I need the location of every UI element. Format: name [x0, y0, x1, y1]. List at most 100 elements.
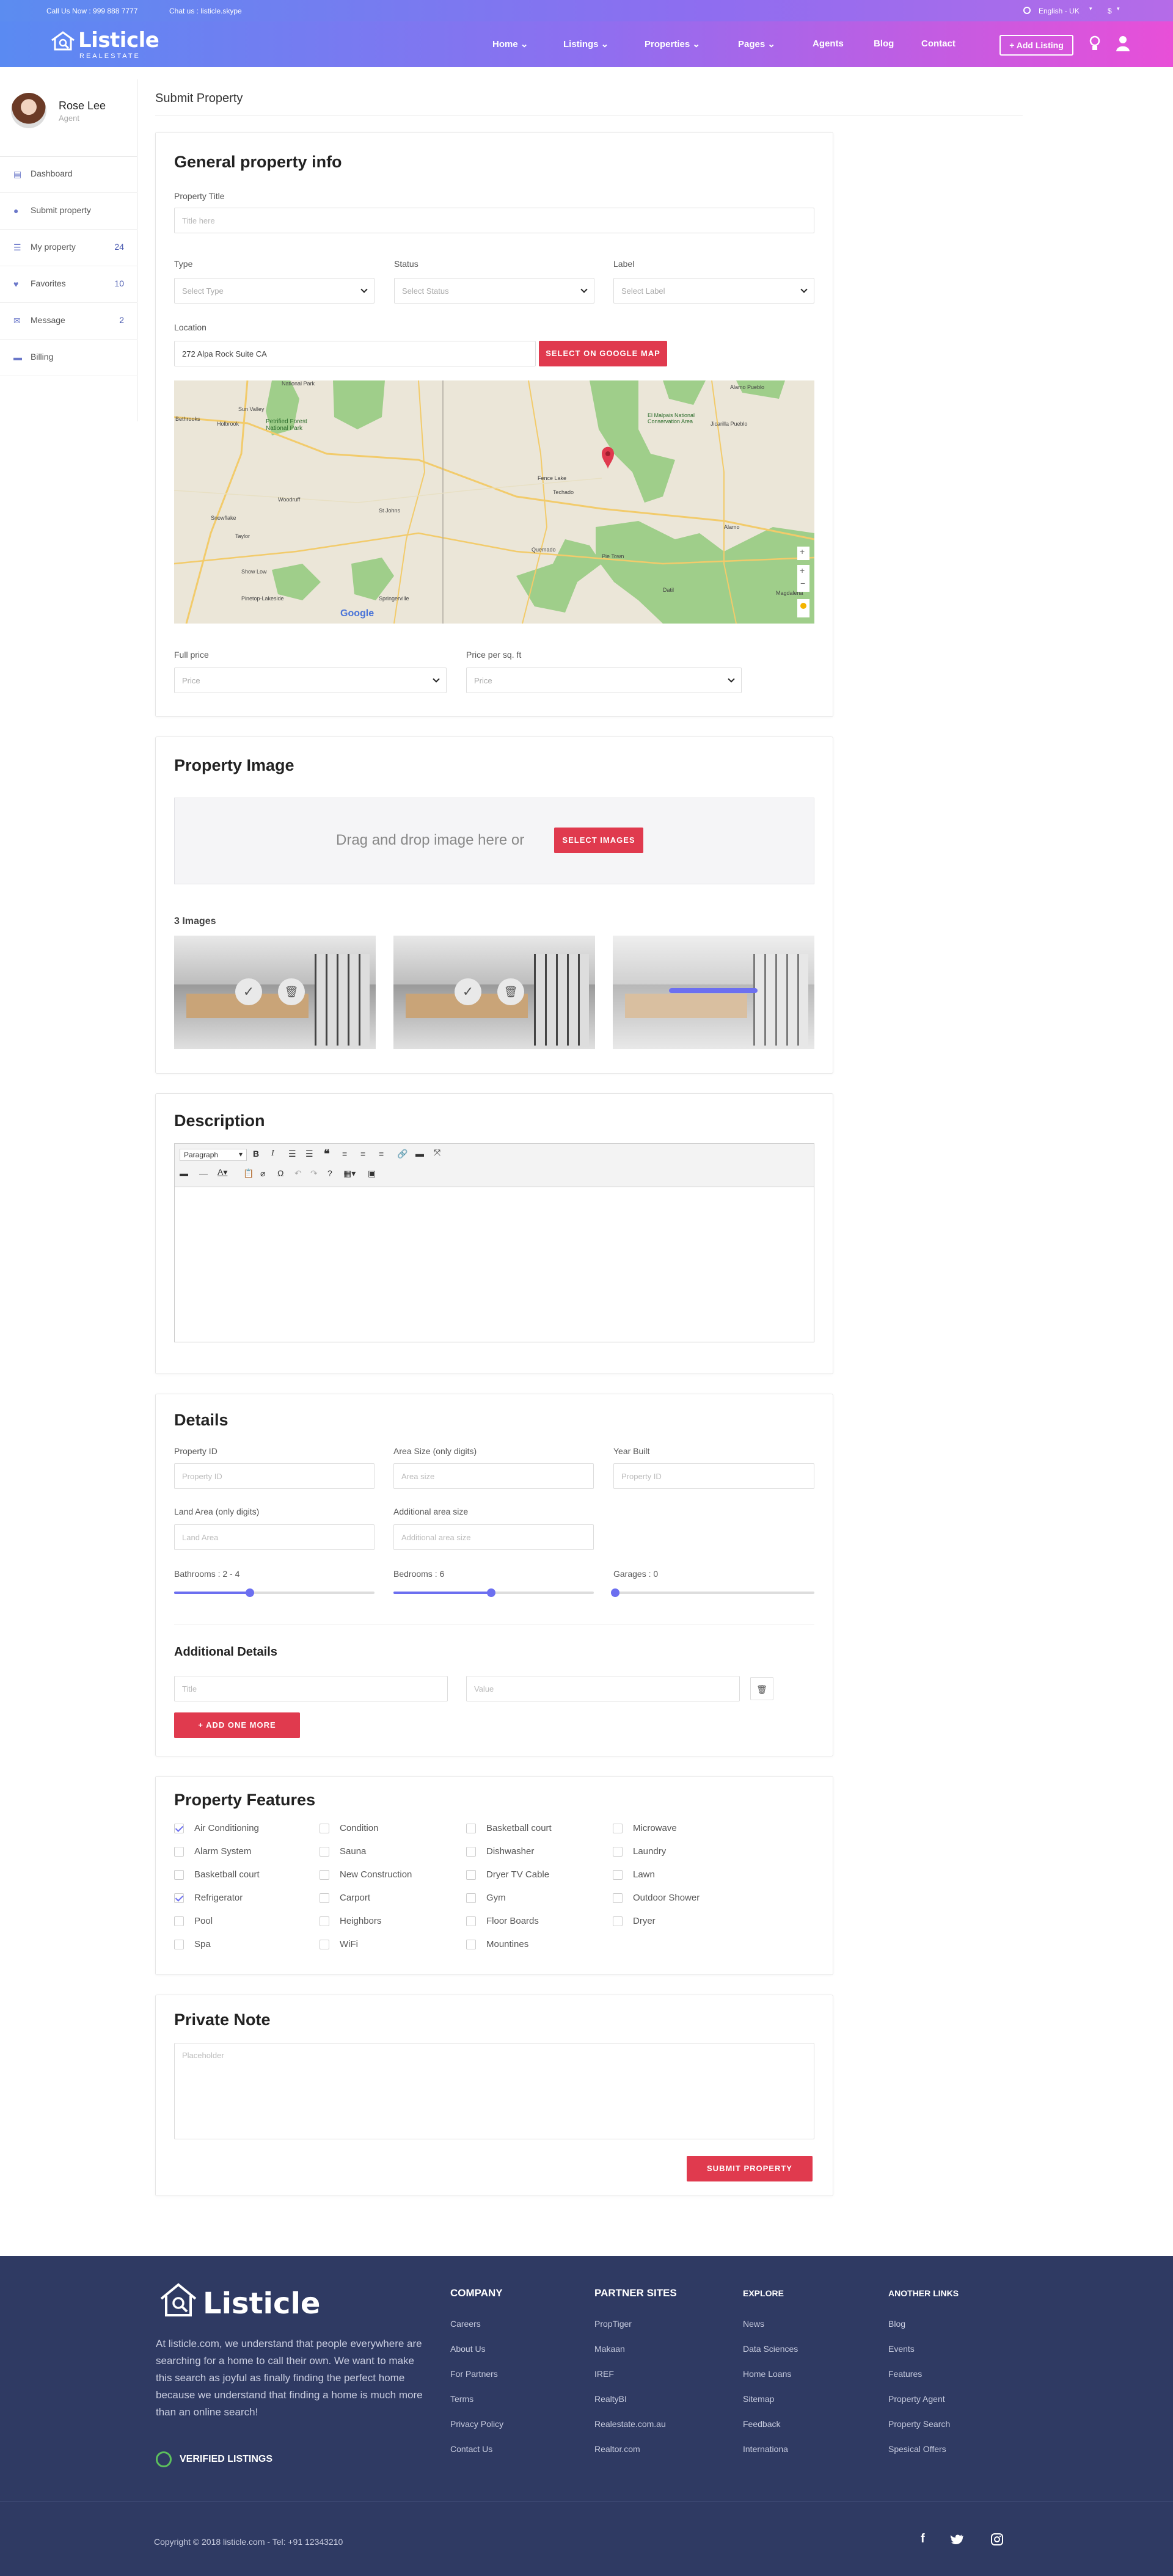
footer-link[interactable]: Property Agent: [888, 2394, 945, 2404]
feature-checkbox[interactable]: [613, 1893, 623, 1903]
additional-area-input[interactable]: Additional area size: [393, 1524, 594, 1550]
nav-agents[interactable]: Agents: [813, 38, 844, 49]
feature-checkbox[interactable]: [466, 1824, 476, 1833]
footer-link[interactable]: RealtyBI: [594, 2394, 627, 2404]
image-insert-icon[interactable]: ▣: [368, 1168, 376, 1179]
label-select[interactable]: Select Label: [613, 278, 814, 304]
currency-select[interactable]: $: [1108, 7, 1112, 15]
location-map[interactable]: National Park Holbrook Sun Valley Petrif…: [174, 380, 814, 624]
garages-slider[interactable]: [613, 1592, 814, 1594]
feature-checkbox[interactable]: [320, 1916, 329, 1926]
trash-icon[interactable]: 🗑: [278, 978, 305, 1005]
numbered-list-icon[interactable]: ☰: [305, 1149, 313, 1159]
feature-checkbox[interactable]: [466, 1916, 476, 1926]
feature-checkbox[interactable]: [320, 1893, 329, 1903]
footer-link[interactable]: Internationa: [743, 2444, 788, 2454]
footer-link[interactable]: IREF: [594, 2369, 614, 2379]
sidebar-item-dashboard[interactable]: ▤ Dashboard: [0, 156, 137, 193]
uploaded-image[interactable]: ✓ 🗑: [393, 936, 595, 1049]
align-right-icon[interactable]: ≡: [379, 1149, 384, 1159]
location-input[interactable]: 272 Alpa Rock Suite CA: [174, 341, 536, 366]
language-select[interactable]: English - UK: [1039, 7, 1080, 15]
facebook-icon[interactable]: f: [921, 2532, 925, 2546]
quote-icon[interactable]: ❝: [324, 1148, 330, 1160]
area-size-input[interactable]: Area size: [393, 1463, 594, 1489]
footer-link[interactable]: News: [743, 2319, 764, 2329]
full-price-select[interactable]: Price: [174, 668, 447, 693]
status-select[interactable]: Select Status: [394, 278, 594, 304]
feature-checkbox[interactable]: [613, 1916, 623, 1926]
redo-icon[interactable]: ↷: [310, 1168, 318, 1179]
feature-checkbox[interactable]: [174, 1940, 184, 1949]
zoom-out-icon[interactable]: −: [800, 578, 805, 588]
feature-checkbox[interactable]: [174, 1847, 184, 1857]
footer-link[interactable]: Home Loans: [743, 2369, 791, 2379]
feature-checkbox[interactable]: [613, 1847, 623, 1857]
add-listing-button[interactable]: + Add Listing: [999, 35, 1073, 56]
sidebar-item-favorites[interactable]: ♥ Favorites 10: [0, 266, 137, 303]
sidebar-item-message[interactable]: ✉ Message 2: [0, 303, 137, 340]
feature-checkbox[interactable]: [320, 1870, 329, 1880]
nav-pages[interactable]: Pages ⌄: [738, 38, 775, 49]
trash-icon[interactable]: 🗑: [497, 978, 524, 1005]
select-on-map-button[interactable]: SELECT ON GOOGLE MAP: [539, 341, 667, 366]
footer-link[interactable]: Events: [888, 2344, 915, 2354]
text-color-icon[interactable]: A▾: [217, 1167, 227, 1177]
feature-checkbox[interactable]: [613, 1824, 623, 1833]
footer-link[interactable]: Realestate.com.au: [594, 2419, 666, 2429]
link-icon[interactable]: 🔗: [397, 1149, 407, 1159]
select-images-button[interactable]: SELECT IMAGES: [554, 828, 643, 853]
twitter-icon[interactable]: [951, 2534, 964, 2545]
align-left-icon[interactable]: ≡: [342, 1149, 347, 1159]
footer-brand[interactable]: Listicle: [203, 2287, 320, 2321]
user-icon[interactable]: [1116, 35, 1130, 51]
paste-icon[interactable]: 📋: [243, 1168, 254, 1179]
price-per-sqft-select[interactable]: Price: [466, 668, 742, 693]
feature-checkbox[interactable]: [466, 1847, 476, 1857]
bullet-list-icon[interactable]: ☰: [288, 1149, 296, 1159]
check-icon[interactable]: ✓: [235, 978, 262, 1005]
nav-blog[interactable]: Blog: [874, 38, 894, 49]
feature-checkbox[interactable]: [466, 1870, 476, 1880]
footer-link[interactable]: Features: [888, 2369, 922, 2379]
additional-title-input[interactable]: Title: [174, 1676, 448, 1701]
garages-slider-handle[interactable]: [611, 1588, 619, 1597]
type-select[interactable]: Select Type: [174, 278, 375, 304]
description-editor[interactable]: [174, 1187, 814, 1342]
nav-properties[interactable]: Properties ⌄: [645, 38, 700, 49]
check-icon[interactable]: ✓: [455, 978, 481, 1005]
feature-checkbox[interactable]: [466, 1940, 476, 1949]
bold-icon[interactable]: B: [253, 1149, 259, 1159]
footer-link[interactable]: Terms: [450, 2394, 473, 2404]
zoom-in-icon[interactable]: +: [800, 566, 805, 575]
footer-link[interactable]: Blog: [888, 2319, 905, 2329]
feature-checkbox[interactable]: [174, 1916, 184, 1926]
additional-value-input[interactable]: Value: [466, 1676, 740, 1701]
property-id-input[interactable]: Property ID: [174, 1463, 375, 1489]
special-char-icon[interactable]: Ω: [277, 1168, 283, 1178]
help-icon[interactable]: ?: [327, 1168, 332, 1178]
add-one-more-button[interactable]: + ADD ONE MORE: [174, 1712, 300, 1738]
chat-info[interactable]: Chat us : listicle.skype: [169, 7, 242, 15]
year-built-input[interactable]: Property ID: [613, 1463, 814, 1489]
footer-link[interactable]: PropTiger: [594, 2319, 632, 2329]
lightbulb-icon[interactable]: [1089, 35, 1100, 53]
nav-contact[interactable]: Contact: [921, 38, 956, 49]
feature-checkbox[interactable]: [174, 1870, 184, 1880]
feature-checkbox[interactable]: [320, 1847, 329, 1857]
feature-checkbox[interactable]: [320, 1824, 329, 1833]
separator-icon[interactable]: ▬: [180, 1168, 188, 1178]
footer-link[interactable]: Feedback: [743, 2419, 780, 2429]
fullscreen-icon[interactable]: +: [800, 547, 805, 556]
footer-link[interactable]: About Us: [450, 2344, 486, 2354]
fullscreen-icon[interactable]: ⤧: [434, 1148, 440, 1158]
trash-icon[interactable]: 🗑: [750, 1677, 773, 1700]
instagram-icon[interactable]: [991, 2533, 1003, 2545]
sidebar-item-billing[interactable]: ▬ Billing: [0, 340, 137, 376]
footer-link[interactable]: Careers: [450, 2319, 481, 2329]
bathrooms-slider[interactable]: [174, 1592, 375, 1594]
sidebar-item-submit-property[interactable]: ● Submit property: [0, 193, 137, 230]
table-icon[interactable]: ▦▾: [343, 1168, 356, 1179]
format-select[interactable]: Paragraph ▾: [180, 1149, 247, 1161]
align-center-icon[interactable]: ≡: [360, 1149, 365, 1159]
